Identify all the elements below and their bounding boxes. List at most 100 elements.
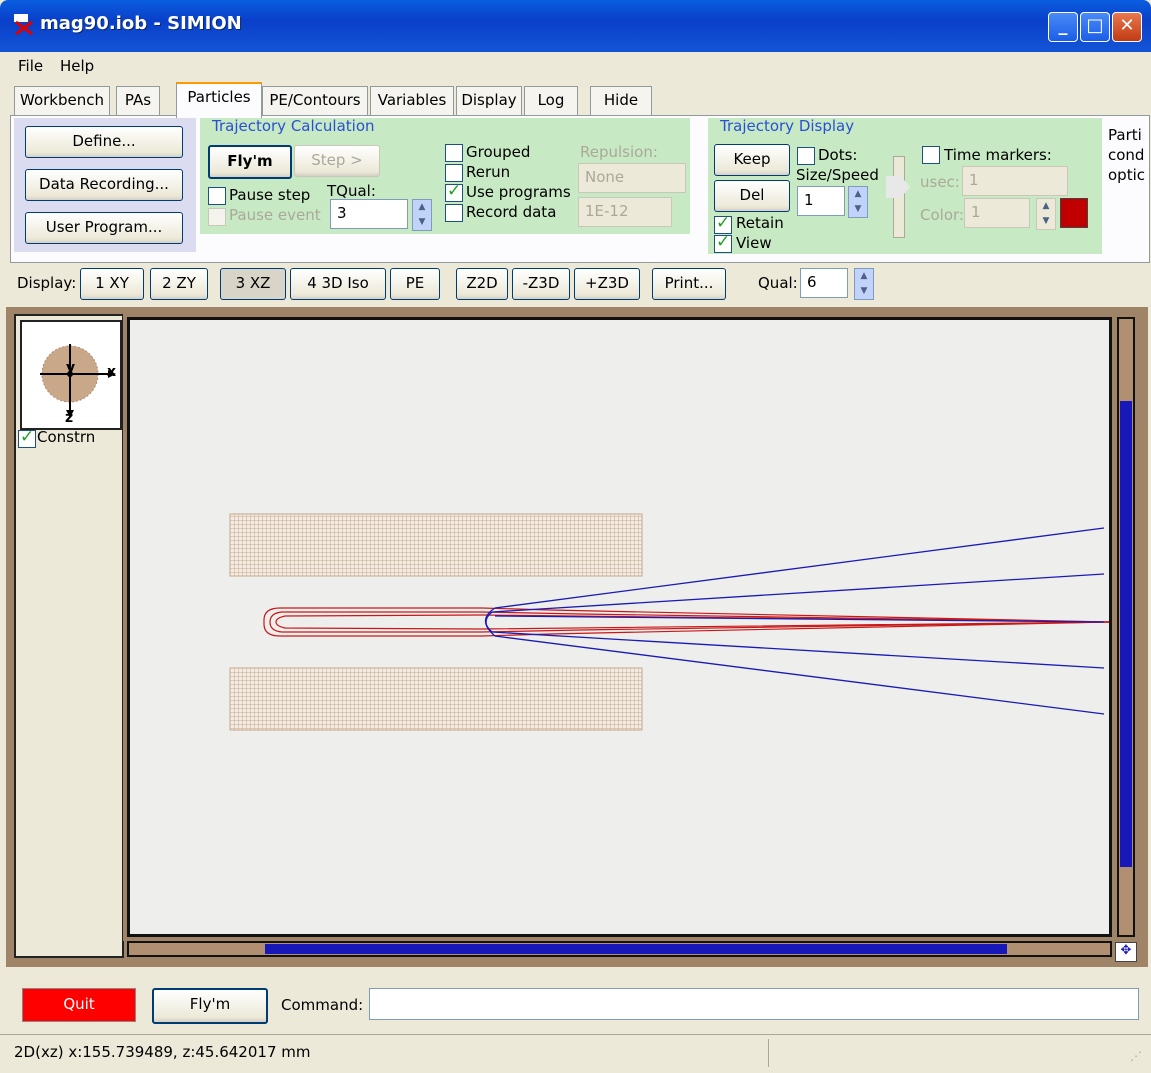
maximize-button[interactable]: □ [1080,12,1110,42]
horizontal-scroll-thumb[interactable] [265,944,1007,954]
spin-down-icon: ▼ [418,217,426,227]
view-3d-iso-button[interactable]: 4 3D Iso [290,268,386,300]
axis-y-label: y [66,360,76,376]
tab-variables[interactable]: Variables [370,86,454,115]
view-canvas[interactable] [123,313,1116,941]
menu-file[interactable]: File [18,57,43,75]
time-markers-checkbox[interactable] [922,146,940,164]
tab-log[interactable]: Log [524,86,578,115]
command-input[interactable] [369,988,1139,1020]
print-button[interactable]: Print... [652,268,726,300]
color-label: Color: [920,206,964,224]
step-button[interactable]: Step > [294,145,380,177]
size-speed-label: Size/Speed [796,166,879,184]
color-swatch[interactable] [1060,198,1088,228]
close-button[interactable]: ✕ [1112,12,1142,42]
tab-pe-contours[interactable]: PE/Contours [262,86,368,115]
z2d-button[interactable]: Z2D [456,268,508,300]
display-label: Display: [17,274,77,292]
repulsion-amount-input[interactable]: 1E-12 [578,197,672,227]
pause-event-label: Pause event [229,206,321,224]
repulsion-label: Repulsion: [580,143,658,161]
plus-z3d-button[interactable]: +Z3D [574,268,640,300]
window: mag90.iob - SIMION _ □ ✕ File Help Workb… [0,0,1151,1073]
spin-down-icon: ▼ [1042,216,1050,226]
spin-up-icon: ▲ [860,271,868,281]
horizontal-scrollbar[interactable] [127,941,1112,957]
minimize-button[interactable]: _ [1048,12,1078,42]
pe-button[interactable]: PE [390,268,440,300]
side-text-1: cond [1108,146,1145,164]
size-speed-input[interactable]: 1 [797,186,845,216]
color-input[interactable]: 1 [964,198,1030,228]
tab-hide[interactable]: Hide [590,86,652,115]
spin-up-icon: ▲ [854,189,862,199]
simion-app-icon [14,14,33,36]
window-title: mag90.iob - SIMION [40,13,242,34]
retain-label: Retain [736,214,784,232]
data-recording-button[interactable]: Data Recording... [25,169,183,201]
qual-label: Qual: [758,274,798,292]
keep-button[interactable]: Keep [714,144,790,176]
title-bar[interactable]: mag90.iob - SIMION _ □ ✕ [0,0,1151,52]
dots-checkbox[interactable] [797,147,815,165]
orientation-pane: x y z ✓ Constrn [14,314,124,958]
constrain-checkbox[interactable]: ✓ [18,427,36,448]
tab-particles[interactable]: Particles [176,82,262,118]
trajectory-plot [229,513,1111,731]
maximize-icon: □ [1086,15,1104,36]
menu-bar: File Help [0,52,1151,80]
menu-help[interactable]: Help [60,57,94,75]
view-xz-button[interactable]: 3 XZ [220,268,286,300]
flym-bottom-button[interactable]: Fly'm [152,988,268,1024]
view-zy-button[interactable]: 2 ZY [150,268,208,300]
tab-pas[interactable]: PAs [116,86,160,115]
status-text: 2D(xz) x:155.739489, z:45.642017 mm [14,1043,311,1061]
tab-workbench[interactable]: Workbench [14,86,110,115]
grouped-checkbox[interactable] [445,144,463,162]
flym-button[interactable]: Fly'm [208,145,292,179]
minus-z3d-button[interactable]: -Z3D [512,268,570,300]
rerun-checkbox[interactable] [445,164,463,182]
pause-step-label: Pause step [229,186,311,204]
qual-input[interactable]: 6 [800,268,848,298]
time-markers-label: Time markers: [944,146,1052,164]
usec-input[interactable]: 1 [962,166,1068,196]
checkmark-icon: ✓ [716,213,731,233]
resize-grip-icon[interactable]: ⋰ [1130,1049,1142,1063]
move-icon[interactable]: ✥ [1115,942,1137,962]
vertical-scroll-thumb[interactable] [1120,401,1132,867]
define-button[interactable]: Define... [25,126,183,158]
user-program-button[interactable]: User Program... [25,212,183,244]
quit-button[interactable]: Quit [22,988,136,1022]
dots-label: Dots: [818,146,858,164]
record-data-label: Record data [466,203,557,221]
color-spinner[interactable]: ▲ ▼ [1036,198,1056,230]
constrain-label: Constrn [37,428,96,446]
spin-down-icon: ▼ [860,286,868,296]
grouped-label: Grouped [466,143,531,161]
use-programs-checkbox[interactable]: ✓ [445,181,463,202]
pause-step-checkbox[interactable] [208,187,226,205]
tqual-input[interactable]: 3 [330,199,408,229]
view-checkbox[interactable]: ✓ [714,232,732,253]
repulsion-select[interactable]: None [578,163,686,193]
view-xy-button[interactable]: 1 XY [80,268,144,300]
size-speed-spinner[interactable]: ▲ ▼ [848,186,868,218]
vertical-scrollbar[interactable] [1117,317,1135,937]
command-bar: Quit Fly'm Command: [0,980,1151,1032]
lower-electrode [229,667,643,731]
record-data-checkbox[interactable] [445,204,463,222]
use-programs-label: Use programs [466,183,571,201]
del-button[interactable]: Del [714,180,790,212]
status-bar: 2D(xz) x:155.739489, z:45.642017 mm ⋰ [0,1034,1151,1073]
tqual-spinner[interactable]: ▲ ▼ [412,199,432,231]
spin-down-icon: ▼ [854,204,862,214]
tab-display[interactable]: Display [456,86,522,115]
pause-event-checkbox[interactable] [208,208,226,226]
close-icon: ✕ [1119,15,1135,36]
status-divider [768,1039,769,1067]
checkmark-icon: ✓ [716,232,731,252]
qual-spinner[interactable]: ▲ ▼ [854,268,874,300]
orientation-widget[interactable]: x y z [20,320,122,430]
